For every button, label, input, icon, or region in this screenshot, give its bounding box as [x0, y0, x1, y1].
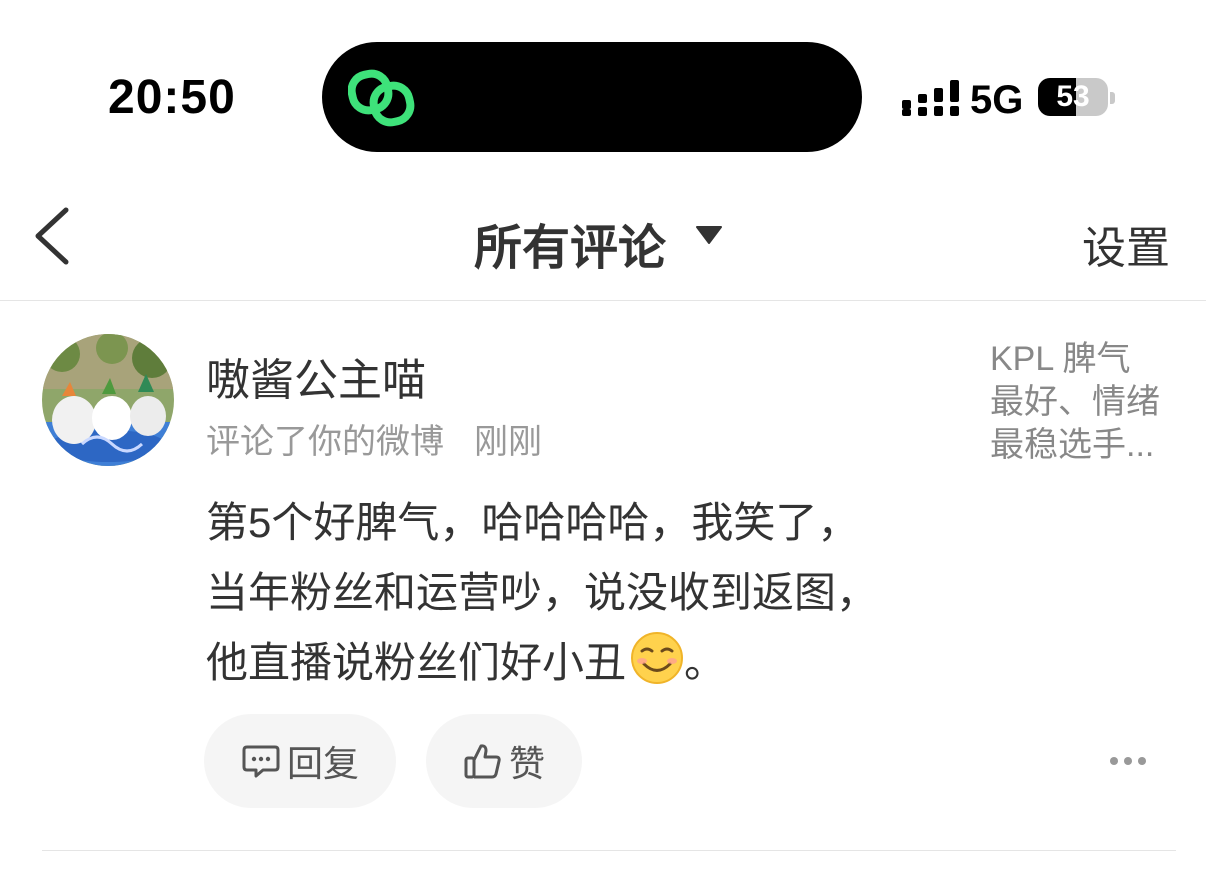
comment-time: 刚刚: [474, 423, 542, 461]
divider: [0, 300, 1206, 301]
username[interactable]: 嗷酱公主喵: [206, 344, 426, 408]
caret-down-icon[interactable]: [696, 226, 722, 244]
like-button[interactable]: 赞: [426, 714, 582, 808]
battery-level: 53: [1056, 80, 1090, 113]
comment-line: 第5个好脾气，哈哈哈哈，我笑了，: [206, 499, 860, 546]
network-type: 5G: [970, 78, 1024, 122]
reply-label: 回复: [286, 743, 359, 784]
status-time: 20:50: [108, 71, 236, 124]
comment-action: 评论了你的微博: [206, 423, 444, 461]
battery-tip: [1110, 92, 1115, 104]
smirk-emoji-icon: [631, 632, 684, 684]
comment-line: 他直播说粉丝们好小丑 。: [206, 628, 926, 698]
comment-line: 当年粉丝和运营吵，说没收到返图，: [206, 569, 879, 616]
dynamic-island[interactable]: [322, 42, 862, 152]
comment-end: 。: [684, 639, 727, 686]
comment-icon: [242, 745, 280, 778]
page-title[interactable]: 所有评论: [474, 208, 666, 278]
avatar[interactable]: [42, 334, 174, 466]
avatar-image: [42, 334, 174, 466]
settings-button[interactable]: 设置: [1082, 212, 1170, 276]
comment-line-text: 他直播说粉丝们好小丑: [206, 639, 627, 686]
chevron-left-icon[interactable]: [30, 204, 74, 268]
cellular-signal-icon: [902, 80, 959, 116]
excerpt-line: KPL 脾气: [990, 340, 1131, 378]
battery-icon: 53: [1038, 78, 1108, 116]
divider: [42, 850, 1176, 851]
comment-content[interactable]: 第5个好脾气，哈哈哈哈，我笑了， 当年粉丝和运营吵，说没收到返图， 他直播说粉丝…: [206, 488, 926, 698]
link-app-icon: [348, 69, 415, 127]
original-post-excerpt[interactable]: KPL 脾气 最好、情绪 最稳选手...: [990, 338, 1180, 467]
excerpt-line: 最稳选手...: [990, 426, 1155, 464]
reply-button[interactable]: 回复: [204, 714, 396, 808]
like-label: 赞: [508, 743, 545, 784]
more-icon[interactable]: [1108, 752, 1148, 770]
excerpt-line: 最好、情绪: [990, 383, 1160, 421]
thumbs-up-icon: [464, 744, 501, 779]
comment-meta: 评论了你的微博 刚刚: [206, 414, 542, 463]
